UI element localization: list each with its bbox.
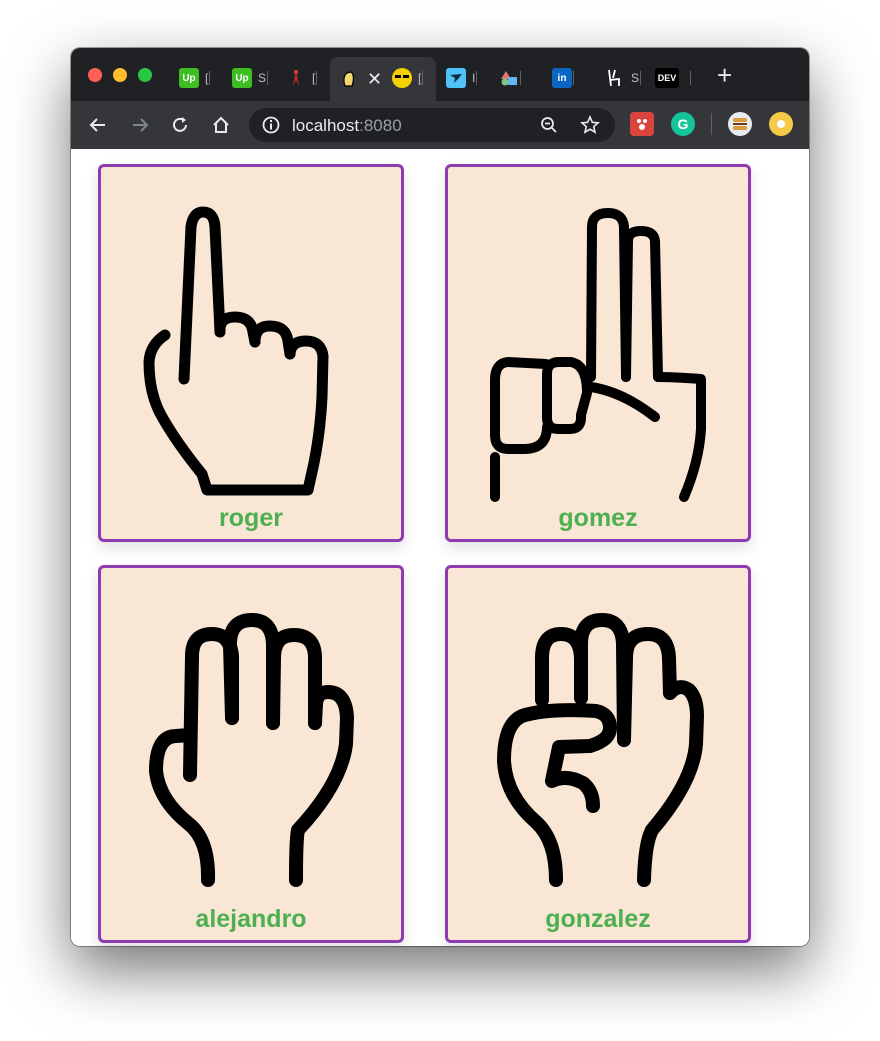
browser-tab[interactable]: S xyxy=(605,62,642,94)
emoji-face-icon xyxy=(392,68,412,88)
address-bar[interactable]: localhost:8080 xyxy=(249,108,615,142)
close-tab-icon[interactable]: ✕ xyxy=(367,69,382,90)
tab-title: [ xyxy=(312,71,316,85)
back-arrow-icon[interactable] xyxy=(84,111,112,139)
browser-window: Up [ Up S [ ✕ [I in S DEV + localhost:8… xyxy=(71,48,809,946)
player-card[interactable]: gonzalez xyxy=(445,565,751,943)
linkedin-icon: in xyxy=(552,68,572,88)
window-minimize-button[interactable] xyxy=(113,68,127,82)
player-name: roger xyxy=(219,504,283,532)
peace-hand-icon xyxy=(605,68,625,88)
forward-arrow-icon[interactable] xyxy=(126,111,154,139)
index-finger-hand-icon xyxy=(143,206,329,496)
two-fingers-hand-icon xyxy=(490,208,706,502)
player-card[interactable]: alejandro xyxy=(98,565,404,943)
bookmark-star-icon[interactable] xyxy=(580,115,600,140)
vue-logo-icon xyxy=(286,68,306,88)
browser-tab[interactable]: Up [ xyxy=(179,62,211,94)
burger-extension-icon[interactable] xyxy=(728,112,752,136)
tab-title: [ xyxy=(205,71,209,85)
info-icon[interactable] xyxy=(262,116,280,139)
dev-icon: DEV xyxy=(655,68,679,88)
player-name: gonzalez xyxy=(545,905,651,933)
window-close-button[interactable] xyxy=(88,68,102,82)
home-icon[interactable] xyxy=(207,111,235,139)
browser-tab[interactable]: [ xyxy=(392,62,424,94)
browser-tab[interactable] xyxy=(499,62,521,94)
tab-title: S xyxy=(258,71,267,85)
player-name: gomez xyxy=(558,504,638,532)
player-card[interactable]: roger xyxy=(98,164,404,542)
address-text: localhost:8080 xyxy=(292,116,402,135)
player-name: alejandro xyxy=(195,905,307,933)
browser-tab[interactable]: I xyxy=(446,62,478,94)
upwork-icon: Up xyxy=(232,68,252,88)
fist-thumb-hand-icon xyxy=(497,613,704,887)
browser-toolbar: localhost:8080 G xyxy=(71,101,809,149)
player-card[interactable]: gomez xyxy=(445,164,751,542)
tab-strip: Up [ Up S [ ✕ [I in S DEV + xyxy=(71,48,809,101)
window-maximize-button[interactable] xyxy=(138,68,152,82)
shapes-icon xyxy=(499,68,519,88)
hand-favicon-icon xyxy=(339,69,359,89)
profile-avatar[interactable] xyxy=(769,112,793,136)
browser-tab[interactable]: DEV xyxy=(655,62,691,94)
browser-tab[interactable]: Up S xyxy=(232,62,269,94)
grammarly-icon[interactable]: G xyxy=(671,112,695,136)
browser-tab[interactable]: [ xyxy=(286,62,318,94)
bird-icon xyxy=(446,68,466,88)
browser-tab[interactable]: in xyxy=(552,62,574,94)
three-fingers-hand-icon xyxy=(149,613,354,887)
tab-title: [ xyxy=(418,71,422,85)
new-tab-icon[interactable]: + xyxy=(717,62,732,88)
reload-icon[interactable] xyxy=(166,111,194,139)
tab-title: I xyxy=(472,71,476,85)
upwork-icon: Up xyxy=(179,68,199,88)
extension-paw-icon[interactable] xyxy=(630,112,654,136)
page-content: roger gomez alejandro gonzalez xyxy=(71,149,809,946)
zoom-icon[interactable] xyxy=(540,116,558,139)
tab-title: S xyxy=(631,71,640,85)
